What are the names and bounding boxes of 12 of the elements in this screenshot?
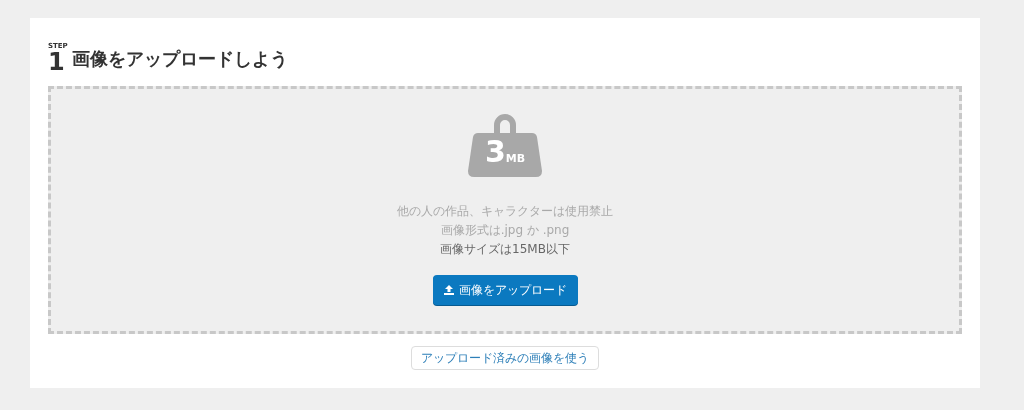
upload-button[interactable]: 画像をアップロード (432, 275, 578, 305)
use-uploaded-image-button[interactable]: アップロード済みの画像を使う (411, 346, 599, 370)
size-number: 3 (484, 137, 506, 167)
weight-icon (468, 111, 542, 177)
upload-icon (443, 285, 454, 295)
upload-note: 他の人の作品、キャラクターは使用禁止 (397, 203, 613, 220)
step-number: 1 (48, 50, 65, 74)
upload-note: 画像形式は.jpg か .png (440, 222, 570, 239)
size-unit: MB (505, 153, 526, 164)
upload-dropzone[interactable]: 3MB 他の人の作品、キャラクターは使用禁止 画像形式は.jpg か .png 画像サイズは15MB以下 画像をアップロード (48, 86, 962, 334)
page-heading: 画像をアップロードしよう (71, 47, 288, 71)
upload-note: 画像サイズは15MB以下 (440, 241, 570, 258)
